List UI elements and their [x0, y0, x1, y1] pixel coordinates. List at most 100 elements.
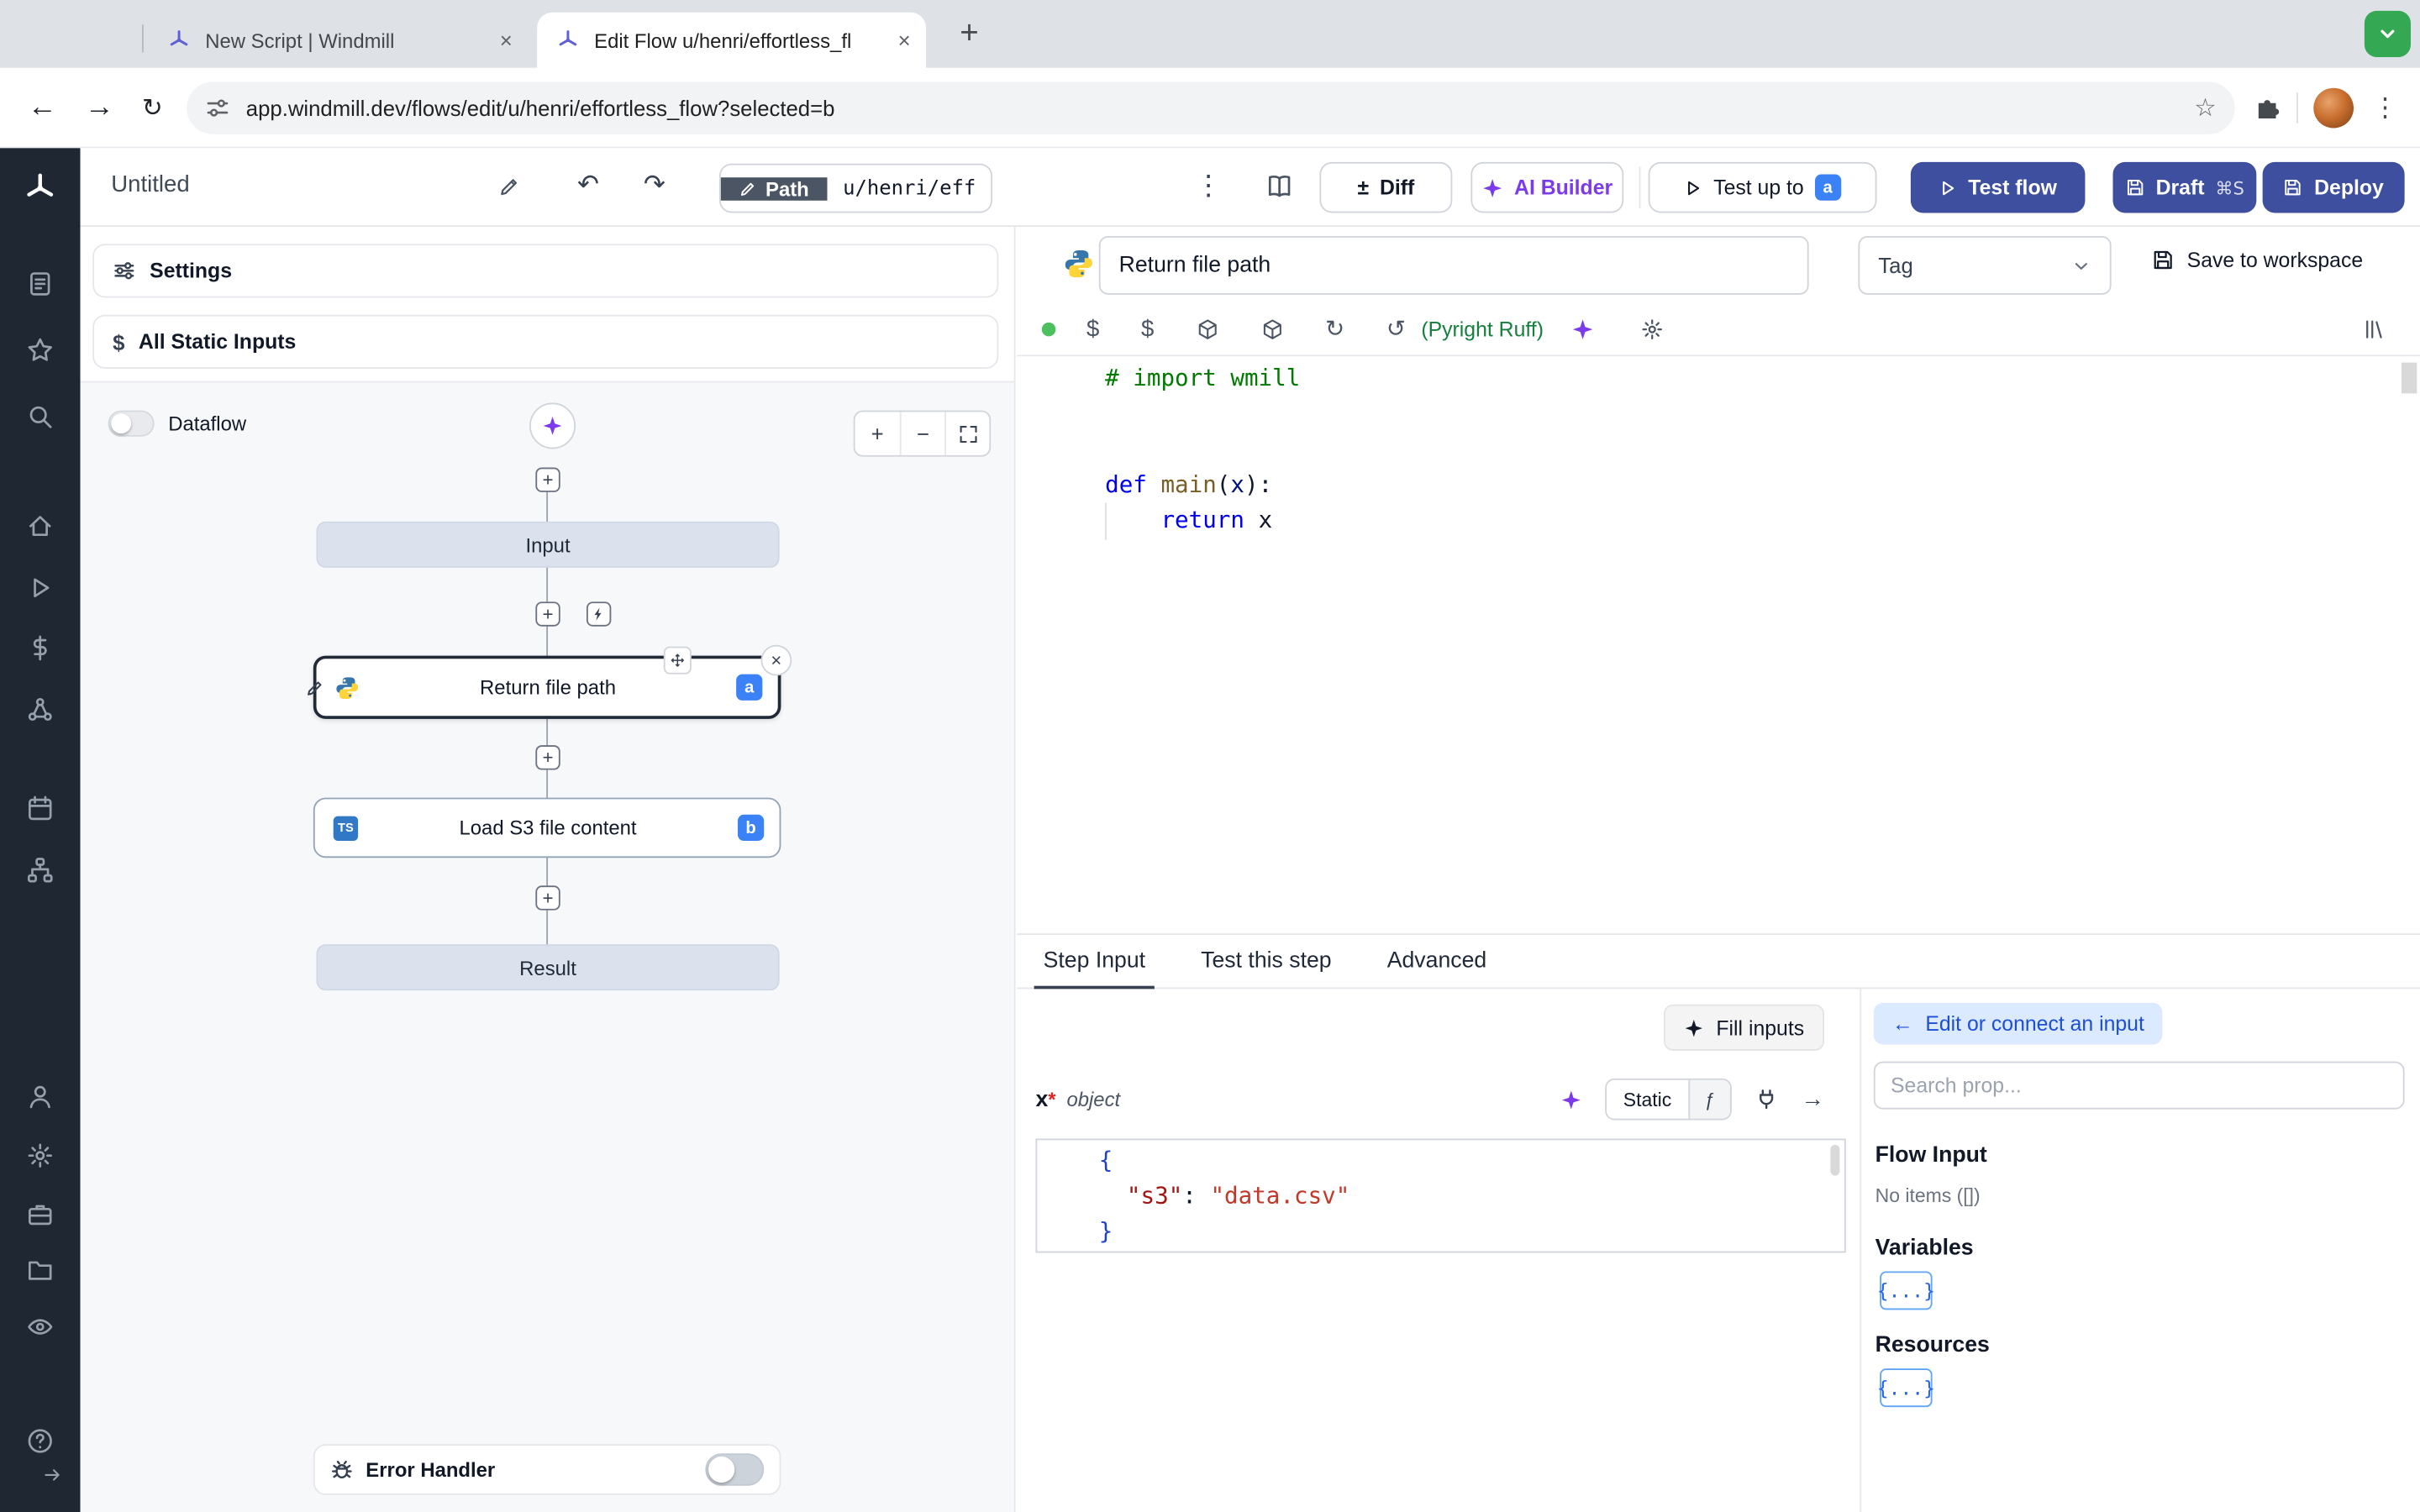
- insert-step-button[interactable]: +: [535, 467, 560, 492]
- ai-flow-button[interactable]: [529, 402, 576, 449]
- site-settings-icon[interactable]: [206, 95, 230, 119]
- flow-node-input[interactable]: Input: [316, 521, 780, 568]
- json-scrollbar[interactable]: [1830, 1144, 1840, 1176]
- insert-step-button[interactable]: +: [535, 885, 560, 911]
- sidebar-item-home[interactable]: [24, 511, 55, 542]
- connect-input-plug-icon[interactable]: [1754, 1088, 1778, 1111]
- diff-button[interactable]: ± Diff: [1319, 161, 1453, 213]
- path-button[interactable]: Path: [720, 176, 828, 200]
- variables-braces-button[interactable]: {...}: [1877, 1271, 1935, 1310]
- move-step-handle[interactable]: [663, 646, 692, 675]
- sidebar-item-users[interactable]: [24, 1082, 55, 1113]
- trigger-bolt-button[interactable]: [586, 601, 612, 627]
- extensions-puzzle-icon[interactable]: [2254, 93, 2281, 121]
- error-handler-row[interactable]: Error Handler: [313, 1444, 781, 1495]
- bookmark-star-icon[interactable]: ☆: [2194, 92, 2216, 123]
- back-button[interactable]: ←: [28, 90, 57, 123]
- tab-capture-indicator-button[interactable]: [2364, 10, 2411, 57]
- settings-row-button[interactable]: Settings: [92, 244, 999, 298]
- tab-advanced[interactable]: Advanced: [1387, 935, 1486, 987]
- package-icon[interactable]: [1260, 317, 1284, 340]
- profile-avatar[interactable]: [2313, 87, 2354, 128]
- tab-test-this-step[interactable]: Test this step: [1201, 935, 1331, 987]
- sliders-icon: [113, 260, 136, 283]
- sidebar-item-help[interactable]: [24, 1425, 55, 1457]
- variable-picker-icon[interactable]: $: [1086, 316, 1099, 342]
- editor-settings-gear-icon[interactable]: [1641, 317, 1665, 340]
- docs-book-icon[interactable]: [1265, 173, 1293, 201]
- windmill-logo[interactable]: [22, 170, 59, 207]
- insert-step-button[interactable]: +: [535, 745, 560, 770]
- flow-node-result[interactable]: Result: [316, 944, 780, 991]
- reset-icon[interactable]: ↺: [1386, 315, 1406, 343]
- browser-tab-active[interactable]: Edit Flow u/henri/effortless_fl ×: [537, 12, 927, 68]
- expression-mode-button[interactable]: ƒ: [1688, 1079, 1730, 1119]
- step-name-input[interactable]: Return file path: [1098, 236, 1809, 295]
- more-menu-icon[interactable]: ⋮: [1195, 170, 1223, 202]
- fit-view-button[interactable]: [944, 412, 989, 455]
- sidebar-item-flows[interactable]: [24, 855, 55, 886]
- test-flow-button[interactable]: Test flow: [1910, 161, 2086, 213]
- path-value[interactable]: u/henri/eff: [827, 176, 992, 200]
- redo-button[interactable]: ↷: [644, 170, 666, 201]
- undo-button[interactable]: ↶: [577, 170, 599, 201]
- dataflow-toggle[interactable]: [108, 410, 155, 437]
- sidebar-item-variables[interactable]: [24, 633, 55, 664]
- insert-step-button[interactable]: +: [535, 601, 560, 627]
- browser-menu-icon[interactable]: ⋮: [2369, 92, 2402, 123]
- zoom-in-button[interactable]: +: [855, 412, 900, 454]
- url-bar[interactable]: app.windmill.dev/flows/edit/u/henri/effo…: [187, 81, 2235, 134]
- library-icon[interactable]: [2363, 317, 2386, 340]
- all-static-inputs-button[interactable]: $ All Static Inputs: [92, 314, 999, 369]
- deploy-button[interactable]: Deploy: [2262, 161, 2405, 213]
- sidebar-item-settings[interactable]: [24, 1140, 55, 1171]
- error-handler-toggle[interactable]: [705, 1453, 765, 1486]
- sidebar-item-search[interactable]: [24, 402, 55, 433]
- tab-close-icon[interactable]: ×: [484, 28, 513, 52]
- tab-close-icon[interactable]: ×: [882, 28, 911, 52]
- sidebar-item-runs[interactable]: [24, 572, 55, 603]
- json-input-editor[interactable]: { "s3": "data.csv"}: [1035, 1138, 1846, 1253]
- ai-builder-button[interactable]: AI Builder: [1470, 161, 1624, 213]
- delete-step-button[interactable]: ×: [760, 644, 792, 676]
- edit-step-pencil-icon[interactable]: [306, 679, 324, 697]
- reload-button[interactable]: ↻: [142, 92, 163, 123]
- flow-node-step-a[interactable]: Return file path a ×: [308, 644, 792, 719]
- flow-canvas[interactable]: Dataflow + − + Input + Return file path …: [80, 381, 1014, 1512]
- step-input-section: Fill inputs x * object Static ƒ → {"s3"…: [1017, 989, 2420, 1512]
- forward-button[interactable]: →: [85, 90, 114, 123]
- ai-fill-icon[interactable]: [1560, 1089, 1581, 1110]
- resources-braces-button[interactable]: {...}: [1877, 1368, 1935, 1408]
- arrow-right-icon[interactable]: →: [1801, 1086, 1824, 1112]
- search-prop-input[interactable]: [1873, 1061, 2405, 1110]
- sidebar-item-resources[interactable]: [24, 695, 55, 726]
- tab-step-input[interactable]: Step Input: [1034, 935, 1155, 990]
- sidebar-item-folders[interactable]: [24, 1254, 55, 1285]
- sidebar-item-schedules[interactable]: [24, 793, 55, 824]
- tag-select[interactable]: Tag: [1858, 236, 2112, 295]
- resource-picker-icon[interactable]: $: [1141, 316, 1154, 342]
- browser-tab-inactive[interactable]: New Script | Windmill ×: [148, 13, 528, 68]
- fill-inputs-button[interactable]: Fill inputs: [1663, 1004, 1825, 1051]
- sidebar-item-favorites[interactable]: [24, 335, 55, 366]
- new-tab-button[interactable]: +: [948, 13, 991, 55]
- ai-sparkle-icon[interactable]: [1571, 317, 1595, 340]
- sidebar-item-apps[interactable]: [24, 269, 55, 300]
- windmill-app: Untitled ↶ ↷ Path u/henri/eff ⋮ ± Diff A…: [0, 148, 2420, 1512]
- static-mode-button[interactable]: Static: [1606, 1079, 1689, 1119]
- draft-button[interactable]: Draft ⌘S: [2112, 161, 2257, 213]
- save-to-workspace-button[interactable]: Save to workspace: [2151, 249, 2363, 271]
- edit-or-connect-button[interactable]: ← Edit or connect an input: [1873, 1002, 2163, 1045]
- sidebar-item-workers[interactable]: [24, 1199, 55, 1230]
- path-editor[interactable]: Path u/henri/eff: [718, 163, 993, 213]
- edit-title-pencil-icon[interactable]: [498, 176, 520, 197]
- code-editor[interactable]: # import wmill def main(x): return x: [1017, 356, 2420, 934]
- test-up-to-button[interactable]: Test up to a: [1648, 161, 1877, 213]
- sidebar-item-collapse[interactable]: [37, 1460, 68, 1491]
- reload-icon[interactable]: ↻: [1325, 315, 1344, 343]
- package-icon[interactable]: [1196, 317, 1219, 340]
- editor-scrollbar[interactable]: [2401, 362, 2417, 394]
- sidebar-item-audit[interactable]: [24, 1311, 55, 1342]
- flow-node-step-b[interactable]: TS Load S3 file content b: [313, 797, 781, 858]
- zoom-out-button[interactable]: −: [899, 412, 944, 455]
